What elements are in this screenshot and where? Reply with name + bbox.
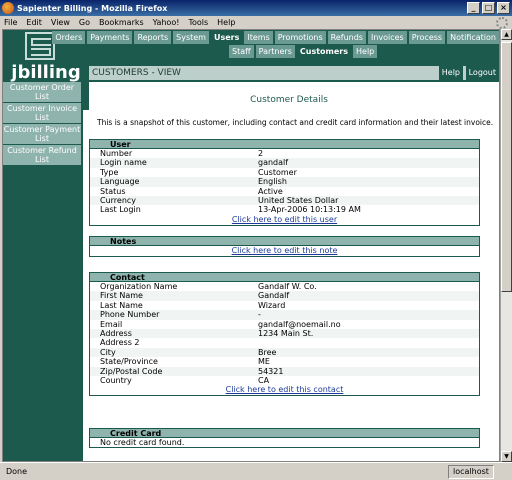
edit-note-link[interactable]: Click here to edit this note [90, 246, 479, 256]
sidebar-item-order-list[interactable]: Customer Order List [3, 82, 81, 102]
help-button[interactable]: Help [438, 66, 463, 80]
menu-file[interactable]: File [4, 18, 17, 27]
credit-card-panel-header: Credit Card [90, 429, 479, 438]
sidebar-item-refund-list[interactable]: Customer Refund List [3, 145, 81, 165]
tab-users[interactable]: Users [210, 31, 243, 44]
menu-bookmarks[interactable]: Bookmarks [99, 18, 144, 27]
close-button[interactable]: × [497, 2, 510, 14]
tab-staff[interactable]: Staff [229, 45, 254, 58]
tab-promotions[interactable]: Promotions [274, 31, 326, 44]
jbilling-logo-icon [25, 32, 55, 60]
scroll-down-arrow-icon[interactable]: ▼ [501, 451, 512, 462]
contact-rows: Organization Name Gandalf W. Co. First Na… [90, 282, 479, 386]
table-row: Number 2 [90, 149, 479, 159]
credit-card-message: No credit card found. [90, 438, 479, 448]
table-row: Language English [90, 177, 479, 187]
menu-go[interactable]: Go [79, 18, 90, 27]
vertical-scrollbar[interactable]: ▲ ▼ [500, 29, 512, 462]
tab-system[interactable]: System [173, 31, 209, 44]
sidebar: Customer Order List Customer Invoice Lis… [3, 82, 83, 461]
tab-help[interactable]: Help [353, 45, 378, 58]
menu-view[interactable]: View [51, 18, 70, 27]
table-row: Zip/Postal Code 54321 [90, 366, 479, 376]
contact-panel-header: Contact [90, 273, 479, 282]
scroll-up-arrow-icon[interactable]: ▲ [501, 29, 512, 40]
tab-orders[interactable]: Orders [52, 31, 86, 44]
window-title: Sapienter Billing - Mozilla Firefox [17, 3, 168, 13]
window-titlebar: Sapienter Billing - Mozilla Firefox _ □ … [0, 0, 512, 16]
table-row: First Name Gandalf [90, 291, 479, 301]
menu-yahoo[interactable]: Yahoo! [153, 18, 180, 27]
sidebar-item-invoice-list[interactable]: Customer Invoice List [3, 103, 81, 123]
edit-contact-link[interactable]: Click here to edit this contact [90, 385, 479, 395]
firefox-icon [2, 2, 14, 14]
tab-process[interactable]: Process [408, 31, 446, 44]
table-row: Phone Number - [90, 310, 479, 320]
table-row: City Bree [90, 347, 479, 358]
menu-tools[interactable]: Tools [188, 18, 208, 27]
notes-panel-header: Notes [90, 237, 479, 246]
page-title: CUSTOMERS - VIEW [92, 68, 181, 78]
table-row: Last Login 13-Apr-2006 10:13:19 AM [90, 205, 479, 215]
status-host: localhost [448, 464, 494, 479]
table-row: Type Customer [90, 167, 479, 178]
maximize-button[interactable]: □ [482, 2, 495, 14]
credit-card-panel: Credit Card No credit card found. [89, 428, 480, 449]
edit-user-link[interactable]: Click here to edit this user [90, 215, 479, 225]
menu-help[interactable]: Help [217, 18, 235, 27]
menu-edit[interactable]: Edit [26, 18, 42, 27]
status-text: Done [6, 467, 28, 476]
nav-row-secondary: Staff Partners Customers Help [83, 45, 499, 58]
nav-row-primary: Orders Payments Reports System Users Ite… [52, 31, 499, 44]
table-row: Last Name Wizard [90, 300, 479, 311]
tab-refunds[interactable]: Refunds [327, 31, 366, 44]
intro-text: This is a snapshot of this customer, inc… [97, 118, 494, 127]
table-row: Login name gandalf [90, 158, 479, 168]
throbber-icon [496, 17, 508, 29]
scrollbar-thumb[interactable] [501, 42, 512, 292]
main-navigation: Orders Payments Reports System Users Ite… [52, 31, 499, 59]
status-bar: Done localhost [0, 462, 512, 480]
view-title-bar: CUSTOMERS - VIEW Help Logout [89, 66, 499, 80]
table-row: Address 2 [90, 338, 479, 348]
tab-invoices[interactable]: Invoices [367, 31, 407, 44]
brand-name: jbilling [11, 62, 81, 83]
table-row: Email gandalf@noemail.no [90, 319, 479, 329]
table-row: Address 1234 Main St. [90, 328, 479, 339]
minimize-button[interactable]: _ [467, 2, 480, 14]
tab-customers[interactable]: Customers [296, 45, 352, 58]
sidebar-item-payment-list[interactable]: Customer Payment List [3, 124, 81, 144]
tab-payments[interactable]: Payments [87, 31, 133, 44]
tab-items[interactable]: Items [244, 31, 273, 44]
menu-bar: File Edit View Go Bookmarks Yahoo! Tools… [0, 16, 512, 29]
table-row: Organization Name Gandalf W. Co. [90, 282, 479, 292]
table-row: Currency United States Dollar [90, 195, 479, 206]
tab-notification[interactable]: Notification [447, 31, 499, 44]
user-rows: Number 2 Login name gandalf Type Customer L… [90, 149, 479, 215]
tab-reports[interactable]: Reports [134, 31, 172, 44]
user-panel: User Number 2 Login name gandalf Type Custo… [89, 139, 480, 226]
table-row: State/Province ME [90, 357, 479, 367]
main-content: Customer Details This is a snapshot of t… [89, 82, 499, 461]
user-panel-header: User [90, 140, 479, 149]
section-heading: Customer Details [250, 95, 328, 105]
tab-partners[interactable]: Partners [255, 45, 295, 58]
browser-viewport: jbilling Orders Payments Reports System … [2, 29, 500, 462]
table-row: Status Active [90, 186, 479, 196]
logout-button[interactable]: Logout [465, 66, 499, 80]
notes-panel: Notes Click here to edit this note [89, 236, 480, 257]
contact-panel: Contact Organization Name Gandalf W. Co. … [89, 272, 480, 397]
table-row: Country CA [90, 375, 479, 386]
